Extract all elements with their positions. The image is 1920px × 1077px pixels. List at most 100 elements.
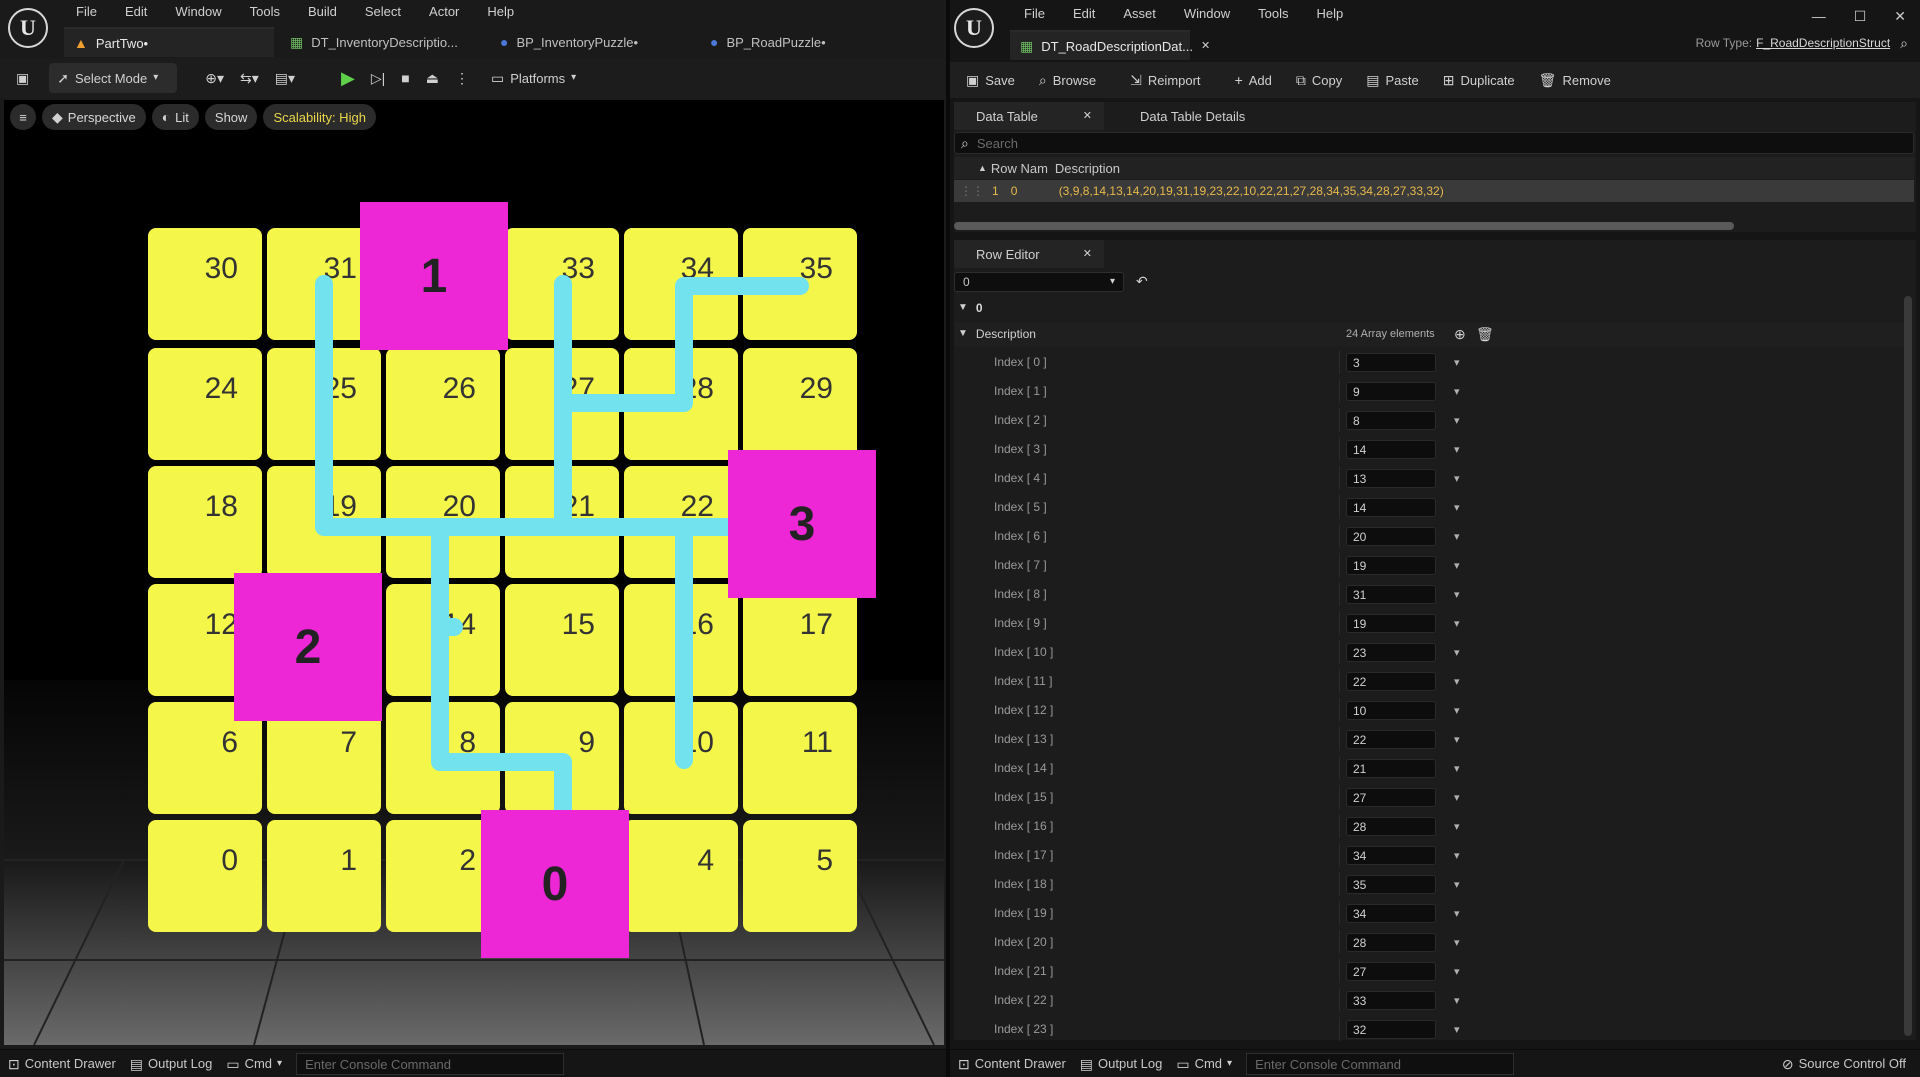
array-value-input[interactable]: 34 [1346,903,1436,923]
menu-window[interactable]: Window [1170,4,1244,24]
array-value-input[interactable]: 31 [1346,584,1436,604]
vertical-scrollbar[interactable] [1904,296,1912,1036]
array-value-input[interactable]: 10 [1346,700,1436,720]
menu-tools[interactable]: Tools [236,2,294,22]
menu-tools[interactable]: Tools [1244,4,1302,24]
tab-bp-inventory[interactable]: ● BP_InventoryPuzzle• [490,27,690,57]
menu-file[interactable]: File [62,2,111,22]
tab-row-editor[interactable]: Row Editor ✕ [954,240,1104,268]
menu-actor[interactable]: Actor [415,2,473,22]
chevron-down-icon[interactable]: ▾ [1454,965,1460,978]
save-icon[interactable]: ▣ [8,63,37,93]
array-value-input[interactable]: 23 [1346,642,1436,662]
chevron-down-icon[interactable]: ▾ [1454,704,1460,717]
add-element-icon[interactable]: ⊕ [1454,327,1466,341]
scalability-button[interactable]: Scalability: High [263,104,376,130]
chevron-down-icon[interactable]: ▾ [1454,501,1460,514]
reimport-button[interactable]: ⇲ Reimport [1122,65,1208,95]
duplicate-button[interactable]: ⊞ Duplicate [1435,65,1523,95]
close-icon[interactable]: ✕ [1083,110,1092,122]
output-log-button[interactable]: ▤ Output Log [1080,1056,1163,1071]
array-value-input[interactable]: 32 [1346,1019,1436,1039]
unreal-logo-icon[interactable]: U [954,8,994,48]
more-options-icon[interactable]: ⋮ [447,63,477,93]
tab-data-table-details[interactable]: Data Table Details [1140,102,1290,130]
row-selector-dropdown[interactable]: 0 ▾ [954,272,1124,292]
show-button[interactable]: Show [204,104,258,130]
menu-file[interactable]: File [1010,4,1059,24]
tab-dt-inventory[interactable]: ▦ DT_InventoryDescriptio... [280,27,480,57]
menu-window[interactable]: Window [161,2,235,22]
perspective-button[interactable]: ◆ Perspective [42,104,146,130]
array-value-input[interactable]: 22 [1346,671,1436,691]
array-value-input[interactable]: 28 [1346,816,1436,836]
menu-edit[interactable]: Edit [1059,4,1109,24]
array-value-input[interactable]: 3 [1346,352,1436,372]
tab-parttwo[interactable]: ▲ PartTwo• [64,27,274,57]
content-drawer-button[interactable]: ⊡ Content Drawer [958,1056,1066,1071]
array-value-input[interactable]: 20 [1346,526,1436,546]
menu-select[interactable]: Select [351,2,415,22]
content-drawer-button[interactable]: ⊡ Content Drawer [8,1056,116,1071]
chevron-down-icon[interactable]: ▾ [1454,617,1460,630]
unreal-logo-icon[interactable]: U [8,8,48,48]
marker-block[interactable]: 0 [481,810,629,958]
array-value-input[interactable]: 21 [1346,758,1436,778]
menu-help[interactable]: Help [473,2,528,22]
array-value-input[interactable]: 8 [1346,410,1436,430]
sort-up-icon[interactable]: ▲ [978,163,987,173]
output-log-button[interactable]: ▤ Output Log [130,1056,213,1071]
eject-icon[interactable]: ⏏ [418,63,447,93]
add-actor-button[interactable]: ⊕▾ [197,63,232,93]
remove-button[interactable]: 🗑 Remove [1531,65,1619,95]
console-input[interactable]: Enter Console Command [296,1052,565,1075]
blueprint-button[interactable]: ⇆▾ [232,63,267,93]
row-type-link[interactable]: F_RoadDescriptionStruct [1756,36,1890,50]
chevron-down-icon[interactable]: ▾ [1454,936,1460,949]
chevron-down-icon[interactable]: ▾ [1454,356,1460,369]
array-value-input[interactable]: 33 [1346,990,1436,1010]
tab-dt-road-description[interactable]: ▦ DT_RoadDescriptionDat... ✕ [1010,30,1210,60]
array-value-input[interactable]: 27 [1346,787,1436,807]
horizontal-scrollbar[interactable] [954,222,1734,230]
tab-bp-road[interactable]: ● BP_RoadPuzzle• [700,27,900,57]
paste-button[interactable]: ▤ Paste [1358,65,1426,95]
chevron-down-icon[interactable]: ▾ [1454,733,1460,746]
add-button[interactable]: + Add [1227,65,1280,95]
chevron-down-icon[interactable]: ▾ [1454,646,1460,659]
chevron-down-icon[interactable]: ▾ [1454,530,1460,543]
platforms-dropdown[interactable]: ▭ Platforms ▾ [483,63,584,93]
console-input[interactable]: Enter Console Command [1246,1052,1515,1075]
search-icon[interactable]: ⌕ [1900,36,1908,50]
cmd-dropdown[interactable]: ▭ Cmd ▾ [226,1056,282,1071]
marker-block[interactable]: 3 [728,450,876,598]
column-header-description[interactable]: Description [1055,161,1120,176]
source-control-button[interactable]: ⊘ Source Control Off [1782,1056,1906,1071]
row-group-header[interactable]: ▼ 0 [954,296,1904,320]
cinematics-button[interactable]: ▤▾ [267,63,303,93]
chevron-down-icon[interactable]: ▾ [1454,1023,1460,1036]
copy-button[interactable]: ⧉ Copy [1288,65,1350,95]
reset-arrow-icon[interactable]: ↶ [1136,274,1148,288]
save-button[interactable]: ▣ Save [958,65,1023,95]
array-value-input[interactable]: 9 [1346,381,1436,401]
column-header-row-name[interactable]: Row Nam [991,161,1049,176]
lit-button[interactable]: ◐ Lit [151,104,199,130]
array-value-input[interactable]: 34 [1346,845,1436,865]
menu-help[interactable]: Help [1302,4,1357,24]
array-value-input[interactable]: 35 [1346,874,1436,894]
stop-icon[interactable]: ■ [393,63,417,93]
tab-data-table[interactable]: Data Table ✕ [954,102,1104,130]
marker-block[interactable]: 2 [234,573,382,721]
maximize-icon[interactable]: ☐ [1854,8,1867,25]
chevron-down-icon[interactable]: ▾ [1454,762,1460,775]
chevron-down-icon[interactable]: ▾ [1454,385,1460,398]
chevron-down-icon[interactable]: ▾ [1454,443,1460,456]
chevron-down-icon[interactable]: ▾ [1454,472,1460,485]
cmd-dropdown[interactable]: ▭ Cmd ▾ [1176,1056,1232,1071]
menu-asset[interactable]: Asset [1109,4,1170,24]
chevron-down-icon[interactable]: ▾ [1454,675,1460,688]
menu-edit[interactable]: Edit [111,2,161,22]
array-value-input[interactable]: 14 [1346,497,1436,517]
chevron-down-icon[interactable]: ▾ [1454,849,1460,862]
